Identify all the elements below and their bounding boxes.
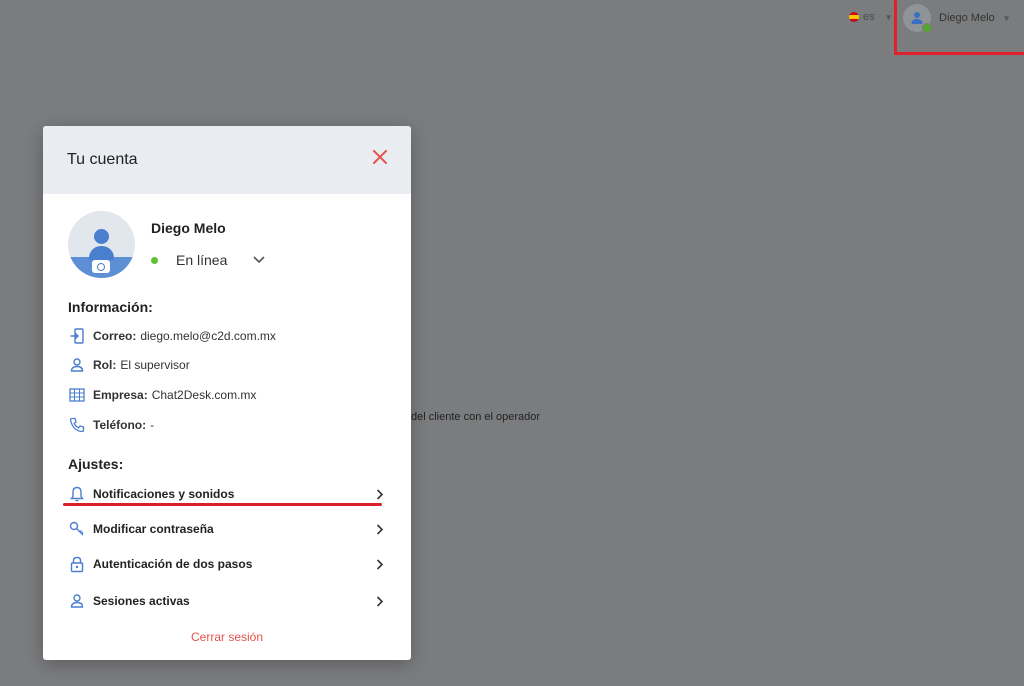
camera-icon bbox=[92, 260, 110, 273]
company-value: Chat2Desk.com.mx bbox=[151, 388, 257, 402]
phone-row: Teléfono: - bbox=[68, 416, 154, 434]
email-value: diego.melo@c2d.com.mx bbox=[140, 329, 276, 343]
settings-item-label: Autenticación de dos pasos bbox=[93, 557, 253, 571]
login-icon bbox=[68, 327, 86, 345]
role-label: Rol: bbox=[93, 358, 117, 372]
status-selector[interactable]: En línea bbox=[151, 252, 351, 268]
company-row: Empresa: Chat2Desk.com.mx bbox=[68, 386, 256, 404]
language-code: es bbox=[863, 11, 875, 23]
highlight-underline bbox=[63, 503, 382, 506]
email-row: Correo: diego.melo@c2d.com.mx bbox=[68, 327, 276, 345]
building-icon bbox=[68, 386, 86, 404]
logout-button[interactable]: Cerrar sesión bbox=[43, 630, 411, 644]
spain-flag-icon bbox=[849, 12, 859, 22]
bell-icon bbox=[68, 485, 86, 503]
user-icon bbox=[68, 592, 86, 610]
highlight-annotation bbox=[894, 0, 1024, 55]
settings-item-label: Sesiones activas bbox=[93, 594, 190, 608]
role-row: Rol: El supervisor bbox=[68, 356, 190, 374]
key-icon bbox=[68, 520, 86, 538]
modal-header: Tu cuenta bbox=[43, 126, 411, 194]
chevron-right-icon bbox=[376, 595, 384, 607]
caret-down-icon: ▼ bbox=[884, 12, 893, 22]
modal-title: Tu cuenta bbox=[67, 151, 138, 168]
status-label: En línea bbox=[176, 252, 228, 268]
lock-icon bbox=[68, 555, 86, 573]
phone-value: - bbox=[150, 418, 155, 432]
email-label: Correo: bbox=[93, 329, 137, 343]
close-button[interactable] bbox=[371, 148, 389, 166]
settings-item-label: Modificar contraseña bbox=[93, 522, 214, 536]
language-selector[interactable]: es ▼ bbox=[849, 11, 893, 23]
settings-item-change-password[interactable]: Modificar contraseña bbox=[68, 520, 384, 538]
info-section-title: Información: bbox=[68, 299, 153, 315]
role-value: El supervisor bbox=[120, 358, 190, 372]
chevron-down-icon bbox=[253, 256, 265, 264]
profile-section: Diego Melo En línea bbox=[68, 211, 265, 278]
settings-item-label: Notificaciones y sonidos bbox=[93, 487, 235, 501]
chevron-right-icon bbox=[376, 558, 384, 570]
profile-avatar[interactable] bbox=[68, 211, 135, 278]
account-modal: Tu cuenta Diego Melo En línea Informació… bbox=[43, 126, 411, 660]
phone-icon bbox=[68, 416, 86, 434]
chevron-right-icon bbox=[376, 488, 384, 500]
online-status-dot bbox=[151, 256, 158, 264]
settings-item-two-factor[interactable]: Autenticación de dos pasos bbox=[68, 555, 384, 573]
company-label: Empresa: bbox=[93, 388, 148, 402]
close-icon bbox=[373, 150, 387, 164]
settings-section-title: Ajustes: bbox=[68, 456, 124, 472]
settings-item-notifications[interactable]: Notificaciones y sonidos bbox=[68, 485, 384, 503]
phone-label: Teléfono: bbox=[93, 418, 147, 432]
background-text: del cliente con el operador bbox=[411, 411, 541, 423]
chevron-right-icon bbox=[376, 523, 384, 535]
settings-item-active-sessions[interactable]: Sesiones activas bbox=[68, 592, 384, 610]
profile-name: Diego Melo bbox=[151, 220, 226, 236]
user-icon bbox=[68, 356, 86, 374]
